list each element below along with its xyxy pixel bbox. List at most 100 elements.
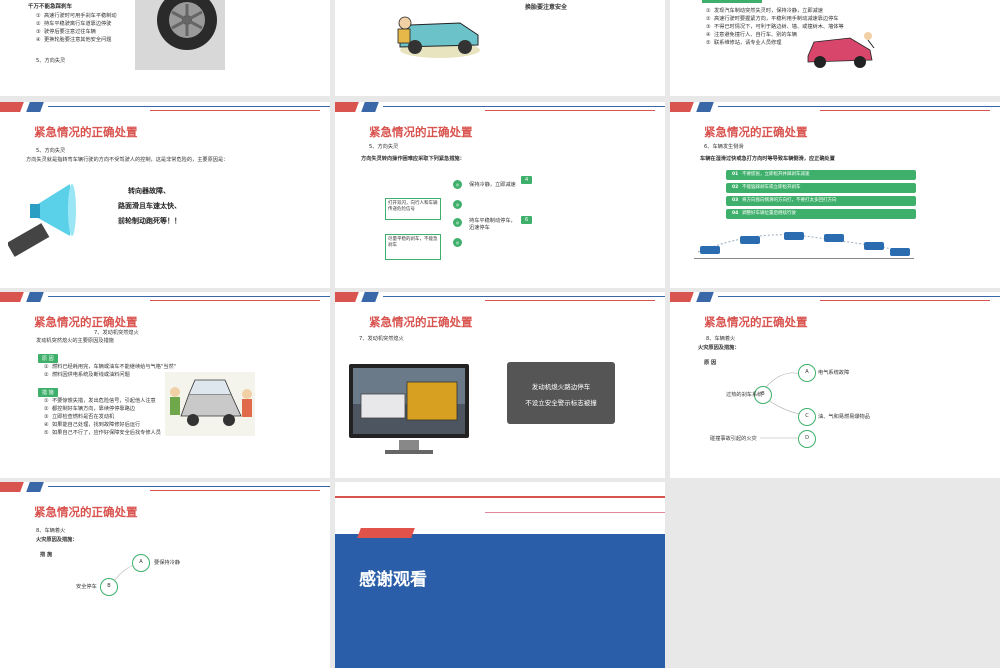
tire-image [135, 0, 225, 70]
closing-blue-band [335, 534, 665, 668]
header-accent-red [335, 292, 359, 302]
notice-line: 发动机熄火路边停车 [531, 383, 591, 391]
header-accent-blue [26, 102, 44, 112]
node-circle: A [132, 554, 150, 572]
cause-text: 转向器故障、 [128, 187, 170, 195]
slide-subtitle: 8、车辆着火 [706, 336, 736, 342]
slide-subtitle: 6、车辆发生侧滑 [704, 144, 744, 150]
header-accent-red [0, 482, 24, 492]
slide-thumbnail-8[interactable]: 紧急情况的正确处置 7、发动机突然熄火 发动机熄火路边停车 不设立安全警示标志被… [335, 292, 665, 478]
slide-thumbnail-4[interactable]: 紧急情况的正确处置 5、方向失灵 方向失灵就是指转弯车辆行驶的方向不受驾驶人的控… [0, 102, 330, 288]
step-number: 6 [521, 216, 533, 224]
slide-subtitle: 7、发动机突然熄火 [94, 330, 139, 336]
header-rule-blue [383, 296, 665, 297]
list-item: ① 不要惊慌失措，发出危险信号，引起他人注意 [44, 398, 156, 404]
slide-description: 火灾原因及措施： [36, 537, 78, 543]
notice-line: 不设立安全警示标志被撞 [525, 399, 597, 407]
notice-tile: 发动机熄火路边停车 不设立安全警示标志被撞 [507, 362, 615, 424]
step-label: 保持冷静，立即减速 [469, 182, 516, 188]
slide-subtitle: 8、车辆着火 [36, 528, 66, 534]
monitor-crash-photo [349, 364, 469, 454]
car-repair-illustration [390, 0, 490, 65]
list-item: ④ 注意避免撞行人、自行车、别的车辆 [706, 32, 797, 38]
measure-row: 02 不能猛踩刹车或立即松开刹车 [726, 183, 916, 193]
step-icon: ◎ [453, 200, 462, 209]
engine-stall-illustration [165, 372, 255, 436]
node-label: 碰撞事故引起的火灾 [710, 436, 757, 442]
node-label: 过热的刹车系统 [726, 392, 763, 398]
measure-tag: 措 施 [38, 388, 58, 397]
slide-thumbnail-1[interactable]: 千万不能急踩刹车 ① 高速行驶时可用手刹车平稳制动 ② 持车平稳驶离行车道靠边停… [0, 0, 330, 96]
node-label: 油、气和易燃易爆物品 [818, 414, 870, 420]
list-item: ④ 更换轮胎要注意其他安全问题 [36, 37, 112, 43]
list-item: ② 都控制好车辆方向，靠续停停靠路边 [44, 406, 135, 412]
header-rule-red [820, 110, 990, 111]
slide-title: 紧急情况的正确处置 [369, 315, 473, 329]
slide-thumbnail-7[interactable]: 紧急情况的正确处置 7、发动机突然熄火 发动机突然熄火的主要原因及措施 原 因 … [0, 292, 330, 478]
header-accent-red [670, 102, 694, 112]
slide-thumbnail-3[interactable]: ① 发现汽车制动突然失灵时，保持冷静，立即减速 ② 高速行驶时要握紧方向，平稳利… [670, 0, 1000, 96]
list-item: ② 持车平稳驶离行车道靠边停驶 [36, 21, 112, 27]
slide-title: 紧急情况的正确处置 [34, 125, 138, 139]
step-icon: ◎ [453, 180, 462, 189]
step-box: 尽量平稳的刹车，不能急刹车 [385, 234, 441, 260]
measure-row: 04 调整好车辆位置后继续行驶 [726, 209, 916, 219]
slide-thumbnail-6[interactable]: 紧急情况的正确处置 6、车辆发生侧滑 车辆在湿滑过快或急打方向时等导致车辆侧滑，… [670, 102, 1000, 288]
header-rule-red [485, 110, 655, 111]
list-item: ③ 立即检查燃料是否在发动机 [44, 414, 115, 420]
node-circle: B [100, 578, 118, 596]
header-rule-blue [48, 106, 330, 107]
section-tag: 措 施 [40, 552, 53, 558]
skidding-cars-illustration [694, 232, 914, 259]
slide-thumbnail-11[interactable]: 感谢观看 [335, 482, 665, 668]
header-rule-blue [48, 296, 330, 297]
node-label: 要保持冷静 [154, 560, 180, 566]
step-box: 打开双闪，向行人和车辆传递危险信号 [385, 198, 441, 220]
slide-sorter-grid: 千万不能急踩刹车 ① 高速行驶时可用手刹车平稳制动 ② 持车平稳驶离行车道靠边停… [0, 0, 1000, 668]
node-label: 安全停车 [76, 584, 97, 590]
slide-description: 发动机突然熄火的主要原因及措施 [36, 338, 114, 344]
node-circle: A [798, 364, 816, 382]
slide-thumbnail-10[interactable]: 紧急情况的正确处置 8、车辆着火 火灾原因及措施： 措 施 A 要保持冷静 B … [0, 482, 330, 668]
slide-description: 车辆在湿滑过快或急打方向时等导致车辆侧滑，应正确处置 [700, 156, 835, 162]
slide-title: 紧急情况的正确处置 [369, 125, 473, 139]
list-item: ① 发现汽车制动突然失灵时，保持冷静，立即减速 [706, 8, 823, 14]
step-icon: ◎ [453, 238, 462, 247]
header-accent-blue [696, 292, 714, 302]
node-circle: D [798, 430, 816, 448]
closing-red-tab [357, 528, 415, 538]
header-rule-red [820, 300, 990, 301]
slide-thumbnail-5[interactable]: 紧急情况的正确处置 5、方向失灵 方向失灵转向操作困难应采取下列紧急措施： 打开… [335, 102, 665, 288]
slide-thumbnail-2[interactable]: 换胎要注意安全 [335, 0, 665, 96]
slide-description: 方向失灵转向操作困难应采取下列紧急措施： [361, 156, 465, 162]
reason-tag: 原 因 [38, 354, 58, 363]
closing-red-line [335, 496, 665, 498]
header-rule-blue [718, 296, 1000, 297]
list-item: ③ 驶停后要注意过往车辆 [36, 29, 96, 35]
step-label: 持车平稳制动停车，迅速停车 [469, 218, 516, 231]
slide-subtitle: 7、发动机突然熄火 [359, 336, 404, 342]
node-label: 电气系统故障 [818, 370, 850, 376]
header-accent-red [0, 292, 24, 302]
slide-description: 方向失灵就是指转弯车辆行驶的方向不受驾驶人的控制，这是非常危险的，主要原因是： [26, 157, 229, 163]
header-accent-blue [26, 482, 44, 492]
list-item: ② 高速行驶时要握紧方向，平稳利用手制动减速靠边停车 [706, 16, 839, 22]
cause-text: 前轮制动跑死等！！ [118, 217, 181, 225]
header-accent-blue [696, 102, 714, 112]
header-accent-blue [361, 292, 379, 302]
step-number: 4 [521, 176, 533, 184]
slide-subtitle: 5、方向失灵 [36, 148, 66, 154]
measure-row: 01 不要慌张，立即松开并踩刹车减速 [726, 170, 916, 180]
header-accent-blue [361, 102, 379, 112]
slide-caption: 换胎要注意安全 [525, 4, 568, 11]
list-item: ② 燃料因供电系统及断线或油料问题 [44, 372, 130, 378]
header-rule-blue [383, 106, 665, 107]
green-header-strip [702, 0, 762, 3]
slide-title: 紧急情况的正确处置 [34, 315, 138, 329]
header-accent-red [670, 292, 694, 302]
step-icon: ◎ [453, 218, 462, 227]
slide-footnote: 5、方向失灵 [36, 58, 66, 64]
header-rule-red [150, 300, 320, 301]
header-accent-red [335, 102, 359, 112]
slide-thumbnail-9[interactable]: 紧急情况的正确处置 8、车辆着火 火灾原因及措施： 原 因 A 电气系统故障 B… [670, 292, 1000, 478]
